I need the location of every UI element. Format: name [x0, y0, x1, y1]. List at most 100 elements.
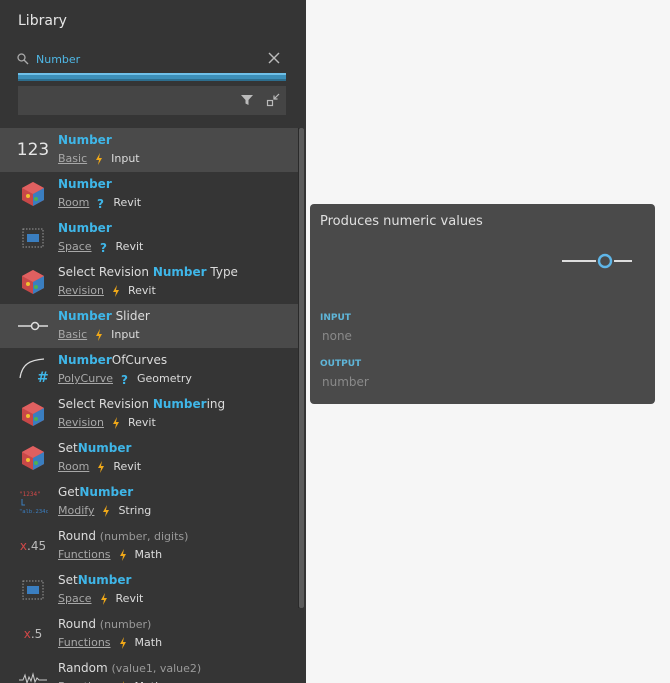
- result-meta: Revision Revit: [58, 416, 156, 429]
- result-meta: PolyCurve? Geometry: [58, 372, 192, 385]
- result-meta: Room? Revit: [58, 196, 141, 209]
- result-meta: Basic Input: [58, 328, 140, 341]
- list-item[interactable]: Select Revision Numbering Revision Revit: [0, 392, 298, 436]
- result-library: Revit: [115, 240, 144, 253]
- output-value: number: [322, 375, 369, 389]
- result-name: Number Slider: [58, 309, 150, 323]
- list-item[interactable]: # NumberOfCurves PolyCurve? Geometry: [0, 348, 298, 392]
- result-name: SetNumber: [58, 573, 132, 587]
- result-meta: Room Revit: [58, 460, 141, 473]
- round-icon: x.5: [23, 627, 43, 641]
- result-name: Number: [58, 177, 112, 191]
- search-bar: [16, 48, 286, 70]
- list-item[interactable]: 123 Number Basic Input: [0, 128, 298, 172]
- search-underline: [18, 73, 286, 81]
- create-icon: [100, 592, 107, 605]
- svg-text:?: ?: [121, 373, 128, 385]
- revit-cube-icon: [18, 444, 48, 472]
- close-icon[interactable]: [266, 50, 282, 66]
- result-library: String: [118, 504, 152, 517]
- search-input[interactable]: [36, 50, 236, 68]
- result-meta: Functions Math: [58, 636, 162, 649]
- result-name: Round (number): [58, 617, 152, 631]
- revit-cube-icon: [18, 180, 48, 208]
- result-library: Input: [111, 152, 140, 165]
- library-title: Library: [18, 13, 67, 29]
- list-item[interactable]: SetNumber Space Revit: [0, 568, 298, 612]
- result-name: Select Revision Numbering: [58, 397, 226, 411]
- list-item[interactable]: Number Space? Revit: [0, 216, 298, 260]
- scrollbar-thumb[interactable]: [299, 128, 304, 608]
- result-category[interactable]: Room: [58, 460, 89, 473]
- result-category[interactable]: PolyCurve: [58, 372, 113, 385]
- filter-icon[interactable]: [240, 93, 254, 107]
- result-library: Math: [134, 548, 163, 561]
- result-library: Geometry: [137, 372, 192, 385]
- result-category[interactable]: Space: [58, 592, 92, 605]
- result-name: Number: [58, 221, 112, 235]
- revit-cube-icon: [18, 268, 48, 296]
- create-icon: [112, 284, 119, 297]
- list-item[interactable]: SetNumber Room Revit: [0, 436, 298, 480]
- list-item[interactable]: Number Room? Revit: [0, 172, 298, 216]
- create-icon: [103, 504, 110, 517]
- search-icon: [17, 53, 29, 65]
- number-node-icon: 123: [16, 140, 50, 160]
- result-category[interactable]: Revision: [58, 284, 104, 297]
- svg-text:"1234": "1234": [19, 491, 41, 498]
- random-icon: [18, 664, 48, 683]
- list-item[interactable]: Select Revision Number Type Revision Revit: [0, 260, 298, 304]
- result-meta: Space Revit: [58, 592, 143, 605]
- result-name: Number: [58, 133, 112, 147]
- input-value: none: [322, 329, 352, 343]
- library-panel: Library 123 Number Basic Input Number Room? Re…: [0, 0, 306, 683]
- revit-cube-icon: [18, 400, 48, 428]
- result-name: NumberOfCurves: [58, 353, 168, 367]
- result-category[interactable]: Room: [58, 196, 89, 209]
- node-tooltip: Produces numeric values INPUT none OUTPU…: [310, 204, 655, 404]
- result-category[interactable]: Basic: [58, 152, 87, 165]
- output-label: OUTPUT: [320, 359, 362, 369]
- tooltip-description: Produces numeric values: [320, 214, 483, 229]
- query-icon: ?: [100, 241, 107, 253]
- result-meta: Space? Revit: [58, 240, 143, 253]
- result-meta: Basic Input: [58, 152, 140, 165]
- result-library: Math: [134, 636, 163, 649]
- create-icon: [96, 328, 103, 341]
- result-library: Revit: [127, 416, 156, 429]
- create-icon: [112, 416, 119, 429]
- list-item[interactable]: "1234" "alb.234c" GetNumber Modify String: [0, 480, 298, 524]
- string-icon: "1234" "alb.234c": [18, 488, 48, 516]
- result-name: Round (number, digits): [58, 529, 189, 543]
- search-results-list: 123 Number Basic Input Number Room? Revit Numbe…: [0, 128, 298, 683]
- result-name: Select Revision Number Type: [58, 265, 238, 279]
- result-meta: Functions Math: [58, 548, 162, 561]
- result-library: Revit: [127, 284, 156, 297]
- list-item[interactable]: x.45 Round (number, digits) Functions Math: [0, 524, 298, 568]
- result-category[interactable]: Functions: [58, 548, 111, 561]
- svg-text:"alb.234c": "alb.234c": [19, 509, 48, 515]
- result-category[interactable]: Functions: [58, 636, 111, 649]
- curve-hash-icon: #: [18, 356, 48, 384]
- result-library: Revit: [115, 592, 144, 605]
- list-item[interactable]: x.5 Round (number) Functions Math: [0, 612, 298, 656]
- svg-text:#: #: [37, 370, 48, 384]
- filter-bar: [18, 86, 286, 115]
- result-category[interactable]: Space: [58, 240, 92, 253]
- space-icon: [18, 576, 48, 604]
- round-digits-icon: x.45: [19, 539, 47, 553]
- result-category[interactable]: Revision: [58, 416, 104, 429]
- result-category[interactable]: Basic: [58, 328, 87, 341]
- create-icon: [119, 548, 126, 561]
- list-item[interactable]: Random (value1, value2)FunctionsMath: [0, 656, 298, 683]
- create-icon: [96, 152, 103, 165]
- slider-icon: [18, 312, 48, 340]
- result-name: Random (value1, value2): [58, 661, 202, 675]
- result-category[interactable]: Modify: [58, 504, 94, 517]
- svg-text:?: ?: [97, 197, 104, 209]
- list-item[interactable]: Number Slider Basic Input: [0, 304, 298, 348]
- create-icon: [98, 460, 105, 473]
- space-icon: [18, 224, 48, 252]
- slider-preview-icon: [562, 253, 632, 269]
- collapse-icon[interactable]: [266, 93, 280, 107]
